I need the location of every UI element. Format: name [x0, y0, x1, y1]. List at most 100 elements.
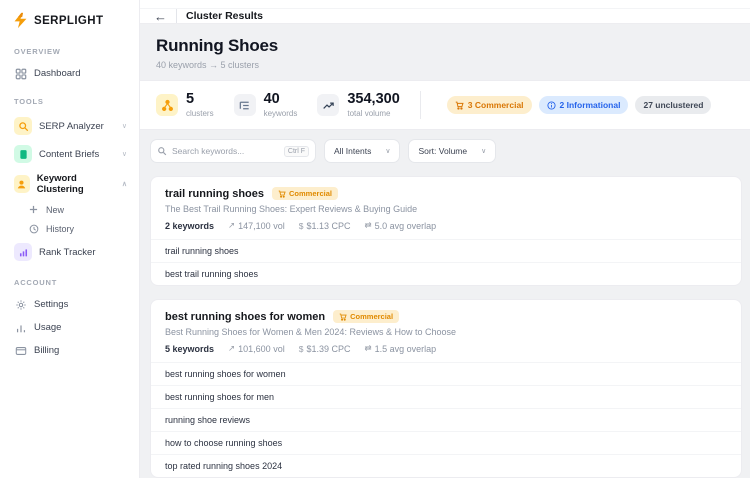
keyword-row[interactable]: trail running shoes [151, 239, 741, 262]
search-box[interactable]: Ctrl F [150, 139, 316, 163]
cluster-name: trail running shoes [165, 187, 265, 200]
cluster-suggested-title: The Best Trail Running Shoes: Expert Rev… [165, 204, 418, 214]
sidebar-item-settings[interactable]: Settings [12, 293, 129, 316]
sidebar-item-billing[interactable]: Billing [12, 339, 129, 362]
stat-total-volume: 354,300 total volume [317, 91, 400, 118]
overlap-icon: ⇄ [364, 343, 372, 353]
sidebar-item-label: Usage [34, 322, 62, 333]
cluster-volume-value: 101,600 vol [238, 343, 285, 354]
info-circle-icon [546, 100, 556, 110]
cluster-intent-badge: Commercial [333, 310, 400, 323]
cluster-volume-value: 147,100 vol [238, 220, 285, 231]
intent-label: Commercial [350, 312, 394, 321]
sidebar-item-serp-analyzer[interactable]: SERP Analyzer ∨ [12, 112, 129, 140]
page-header-title: Cluster Results [186, 10, 264, 22]
keyword-row[interactable]: best trail running shoes [151, 262, 741, 285]
document-icon [14, 145, 32, 163]
sidebar-item-keyword-clustering[interactable]: Keyword Clustering ∧ [12, 168, 129, 200]
trend-icon: ↗ [228, 343, 236, 353]
sort-value: Sort: Volume [418, 146, 468, 156]
cluster-card: best running shoes for women Commercial … [150, 299, 742, 478]
badge-label: 3 Commercial [467, 100, 524, 110]
sidebar-item-label: SERP Analyzer [39, 120, 104, 132]
sidebar: SERPLIGHT OVERVIEW Dashboard TOOLS SERP … [0, 0, 140, 478]
stat-clusters: 5 clusters [156, 91, 214, 118]
sidebar-section-tools: TOOLS [14, 97, 44, 106]
list-tree-icon [233, 94, 256, 116]
page-subtitle: 40 keywords → 5 clusters [156, 60, 260, 70]
cluster-card-header[interactable]: trail running shoes Commercial The Best … [151, 177, 741, 239]
cluster-keyword-count: 2 keywords [165, 220, 215, 231]
keyword-row[interactable]: running shoe reviews [151, 408, 741, 431]
stat-value: 5 [186, 91, 195, 108]
dollar-icon: $ [298, 343, 304, 354]
cluster-meta: 2 keywords ↗ 147,100 vol $ $1.13 CPC ⇄ 5… [165, 220, 727, 231]
header-divider [176, 9, 177, 23]
credit-card-icon [14, 344, 27, 357]
intent-filter-select[interactable]: All Intents ∨ [324, 139, 401, 163]
logo[interactable]: SERPLIGHT [12, 12, 129, 29]
cluster-card: trail running shoes Commercial The Best … [150, 176, 742, 286]
sidebar-item-label: Billing [34, 345, 60, 356]
sidebar-item-label: New [46, 204, 65, 215]
stat-label: total volume [347, 108, 391, 118]
keyword-row[interactable]: top rated running shoes 2024 [151, 454, 741, 477]
sidebar-item-label: Content Briefs [39, 148, 100, 160]
plus-icon [28, 204, 39, 215]
cluster-card-header[interactable]: best running shoes for women Commercial … [151, 300, 741, 362]
chevron-down-icon: ∨ [385, 148, 391, 155]
usage-bars-icon [14, 321, 27, 334]
keyword-row[interactable]: how to choose running shoes [151, 431, 741, 454]
stats-band: 5 clusters 40 keywords 354,300 total vol… [140, 80, 750, 130]
informational-count-badge: 2 Informational [538, 96, 629, 114]
badge-label: 2 Informational [559, 100, 621, 110]
sidebar-item-label: Settings [34, 299, 69, 310]
cluster-keyword-count: 5 keywords [165, 343, 215, 354]
page-header: ← Cluster Results [140, 9, 750, 24]
sidebar-item-usage[interactable]: Usage [12, 316, 129, 339]
magnifier-icon [14, 117, 32, 135]
bar-chart-icon [14, 243, 32, 261]
cart-icon [455, 101, 464, 110]
chevron-down-icon: ∨ [121, 123, 127, 130]
sidebar-item-rank-tracker[interactable]: Rank Tracker [12, 238, 129, 266]
sidebar-section-overview: OVERVIEW [14, 47, 61, 56]
cluster-cpc-value: $1.39 CPC [306, 343, 351, 354]
stats-divider [419, 91, 421, 119]
stat-keywords: 40 keywords [233, 91, 297, 118]
cart-icon [278, 190, 286, 198]
sidebar-section-account: ACCOUNT [14, 278, 58, 287]
commercial-count-badge: 3 Commercial [446, 96, 532, 114]
cluster-volume: ↗ 101,600 vol [228, 343, 285, 354]
title-section: Running Shoes 40 keywords → 5 clusters [140, 24, 750, 80]
dashboard-grid-icon [14, 67, 27, 80]
lightning-bolt-icon [14, 12, 27, 29]
sidebar-item-label: Rank Tracker [39, 246, 96, 258]
top-strip [140, 0, 750, 9]
search-shortcut-hint: Ctrl F [283, 145, 309, 157]
trend-icon: ↗ [228, 220, 236, 230]
sidebar-item-content-briefs[interactable]: Content Briefs ∨ [12, 140, 129, 168]
stat-value: 40 [263, 91, 280, 108]
back-button[interactable]: ← [154, 10, 167, 23]
sidebar-item-history[interactable]: History [26, 219, 129, 238]
sidebar-item-dashboard[interactable]: Dashboard [12, 62, 129, 85]
cluster-intent-badge: Commercial [272, 187, 338, 200]
stat-value: 354,300 [347, 91, 400, 108]
keyword-row[interactable]: best running shoes for men [151, 385, 741, 408]
cluster-cpc: $ $1.39 CPC [299, 344, 351, 354]
cluster-suggested-title: Best Running Shoes for Women & Men 2024:… [165, 327, 456, 337]
sidebar-item-label: Keyword Clustering [36, 173, 84, 195]
sort-select[interactable]: Sort: Volume ∨ [408, 139, 497, 163]
intent-filter-value: All Intents [334, 146, 372, 156]
sidebar-item-new[interactable]: New [26, 200, 129, 219]
keyword-row[interactable]: best running shoes for women [151, 362, 741, 385]
main-content: ← Cluster Results Running Shoes 40 keywo… [140, 0, 750, 478]
user-cluster-icon [14, 175, 30, 193]
intent-label: Commercial [289, 189, 332, 198]
dollar-icon: $ [298, 220, 304, 231]
cart-icon [339, 313, 347, 321]
search-input[interactable] [172, 146, 279, 156]
gear-icon [14, 298, 27, 311]
cluster-meta: 5 keywords ↗ 101,600 vol $ $1.39 CPC ⇄ 1… [165, 343, 727, 354]
